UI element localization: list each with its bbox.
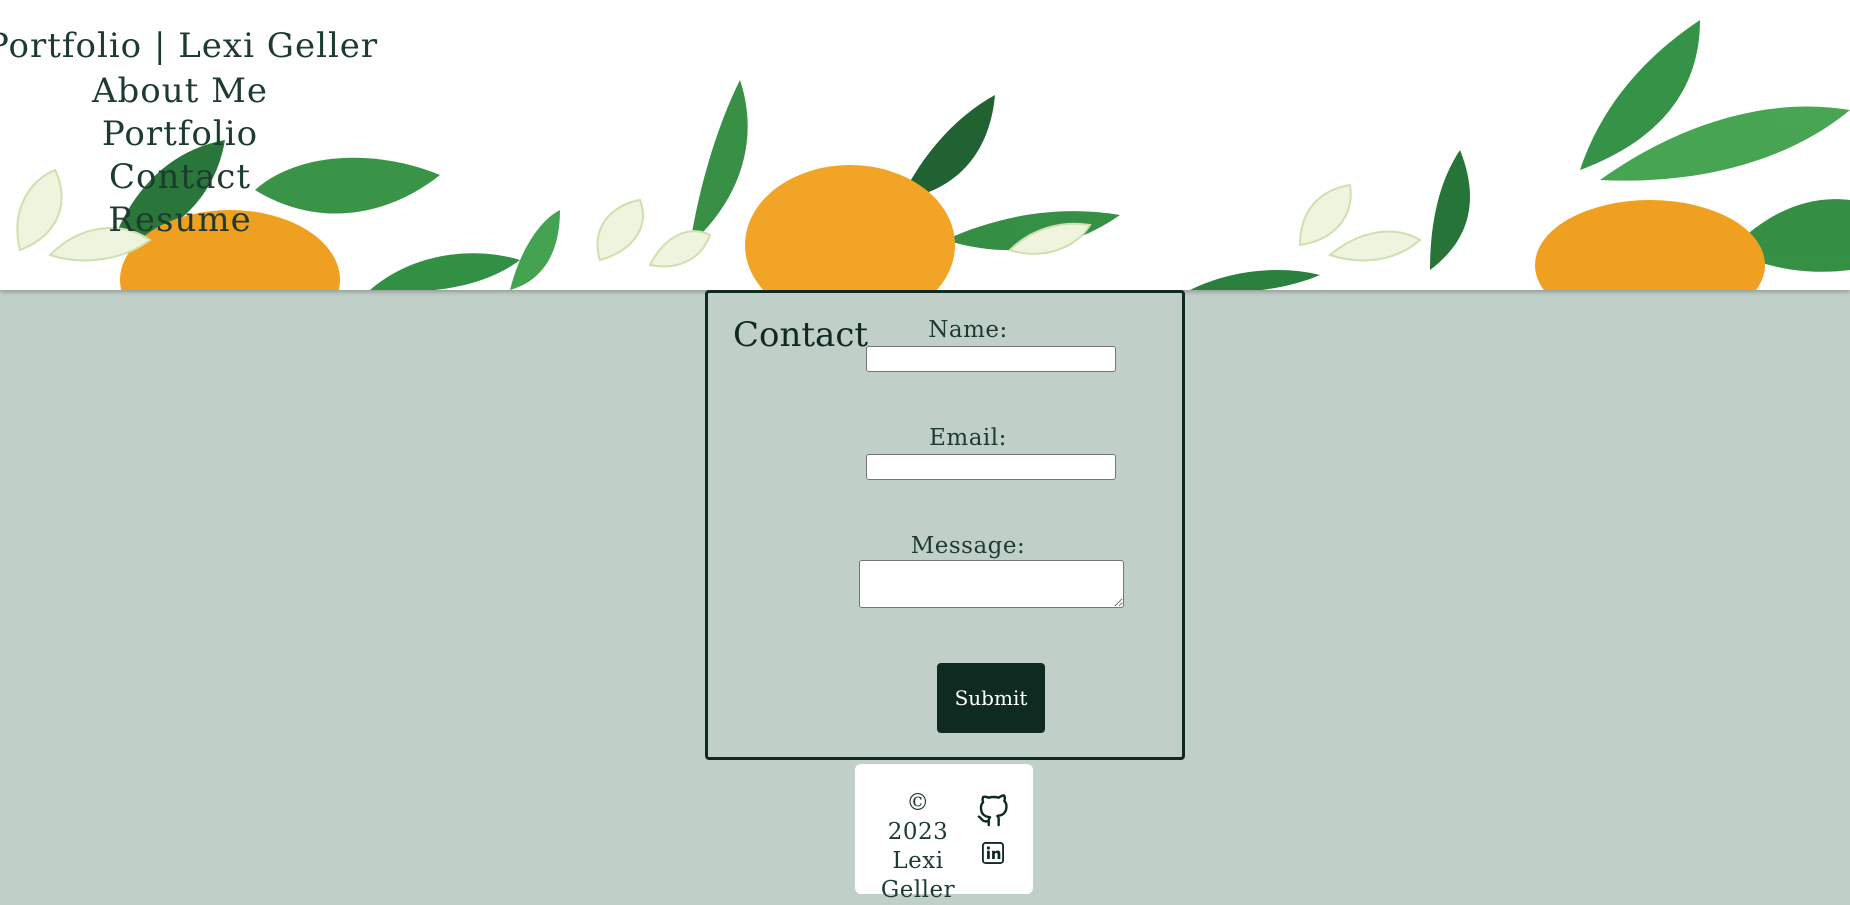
contact-form-card: Contact Name: Email: Message: Submit	[705, 290, 1185, 760]
copyright-text: © 2023 Lexi Geller	[880, 790, 956, 903]
site-header: Portfolio | Lexi Geller About Me Portfol…	[0, 0, 1850, 290]
name-label: Name:	[928, 317, 1008, 343]
message-label: Message:	[910, 533, 1026, 559]
nav-portfolio[interactable]: Portfolio	[0, 113, 360, 156]
main-nav: About Me Portfolio Contact Resume	[0, 70, 360, 242]
email-input[interactable]	[866, 454, 1116, 480]
email-label: Email:	[929, 425, 1007, 451]
name-input[interactable]	[866, 346, 1116, 372]
nav-contact[interactable]: Contact	[0, 156, 360, 199]
linkedin-icon[interactable]	[982, 842, 1004, 868]
nav-about-me[interactable]: About Me	[0, 70, 360, 113]
message-textarea[interactable]	[859, 560, 1124, 608]
nav-resume[interactable]: Resume	[0, 199, 360, 242]
site-footer: © 2023 Lexi Geller	[855, 764, 1033, 903]
github-icon[interactable]	[976, 794, 1010, 832]
submit-button[interactable]: Submit	[937, 663, 1045, 733]
site-title[interactable]: Portfolio | Lexi Geller	[0, 26, 378, 66]
